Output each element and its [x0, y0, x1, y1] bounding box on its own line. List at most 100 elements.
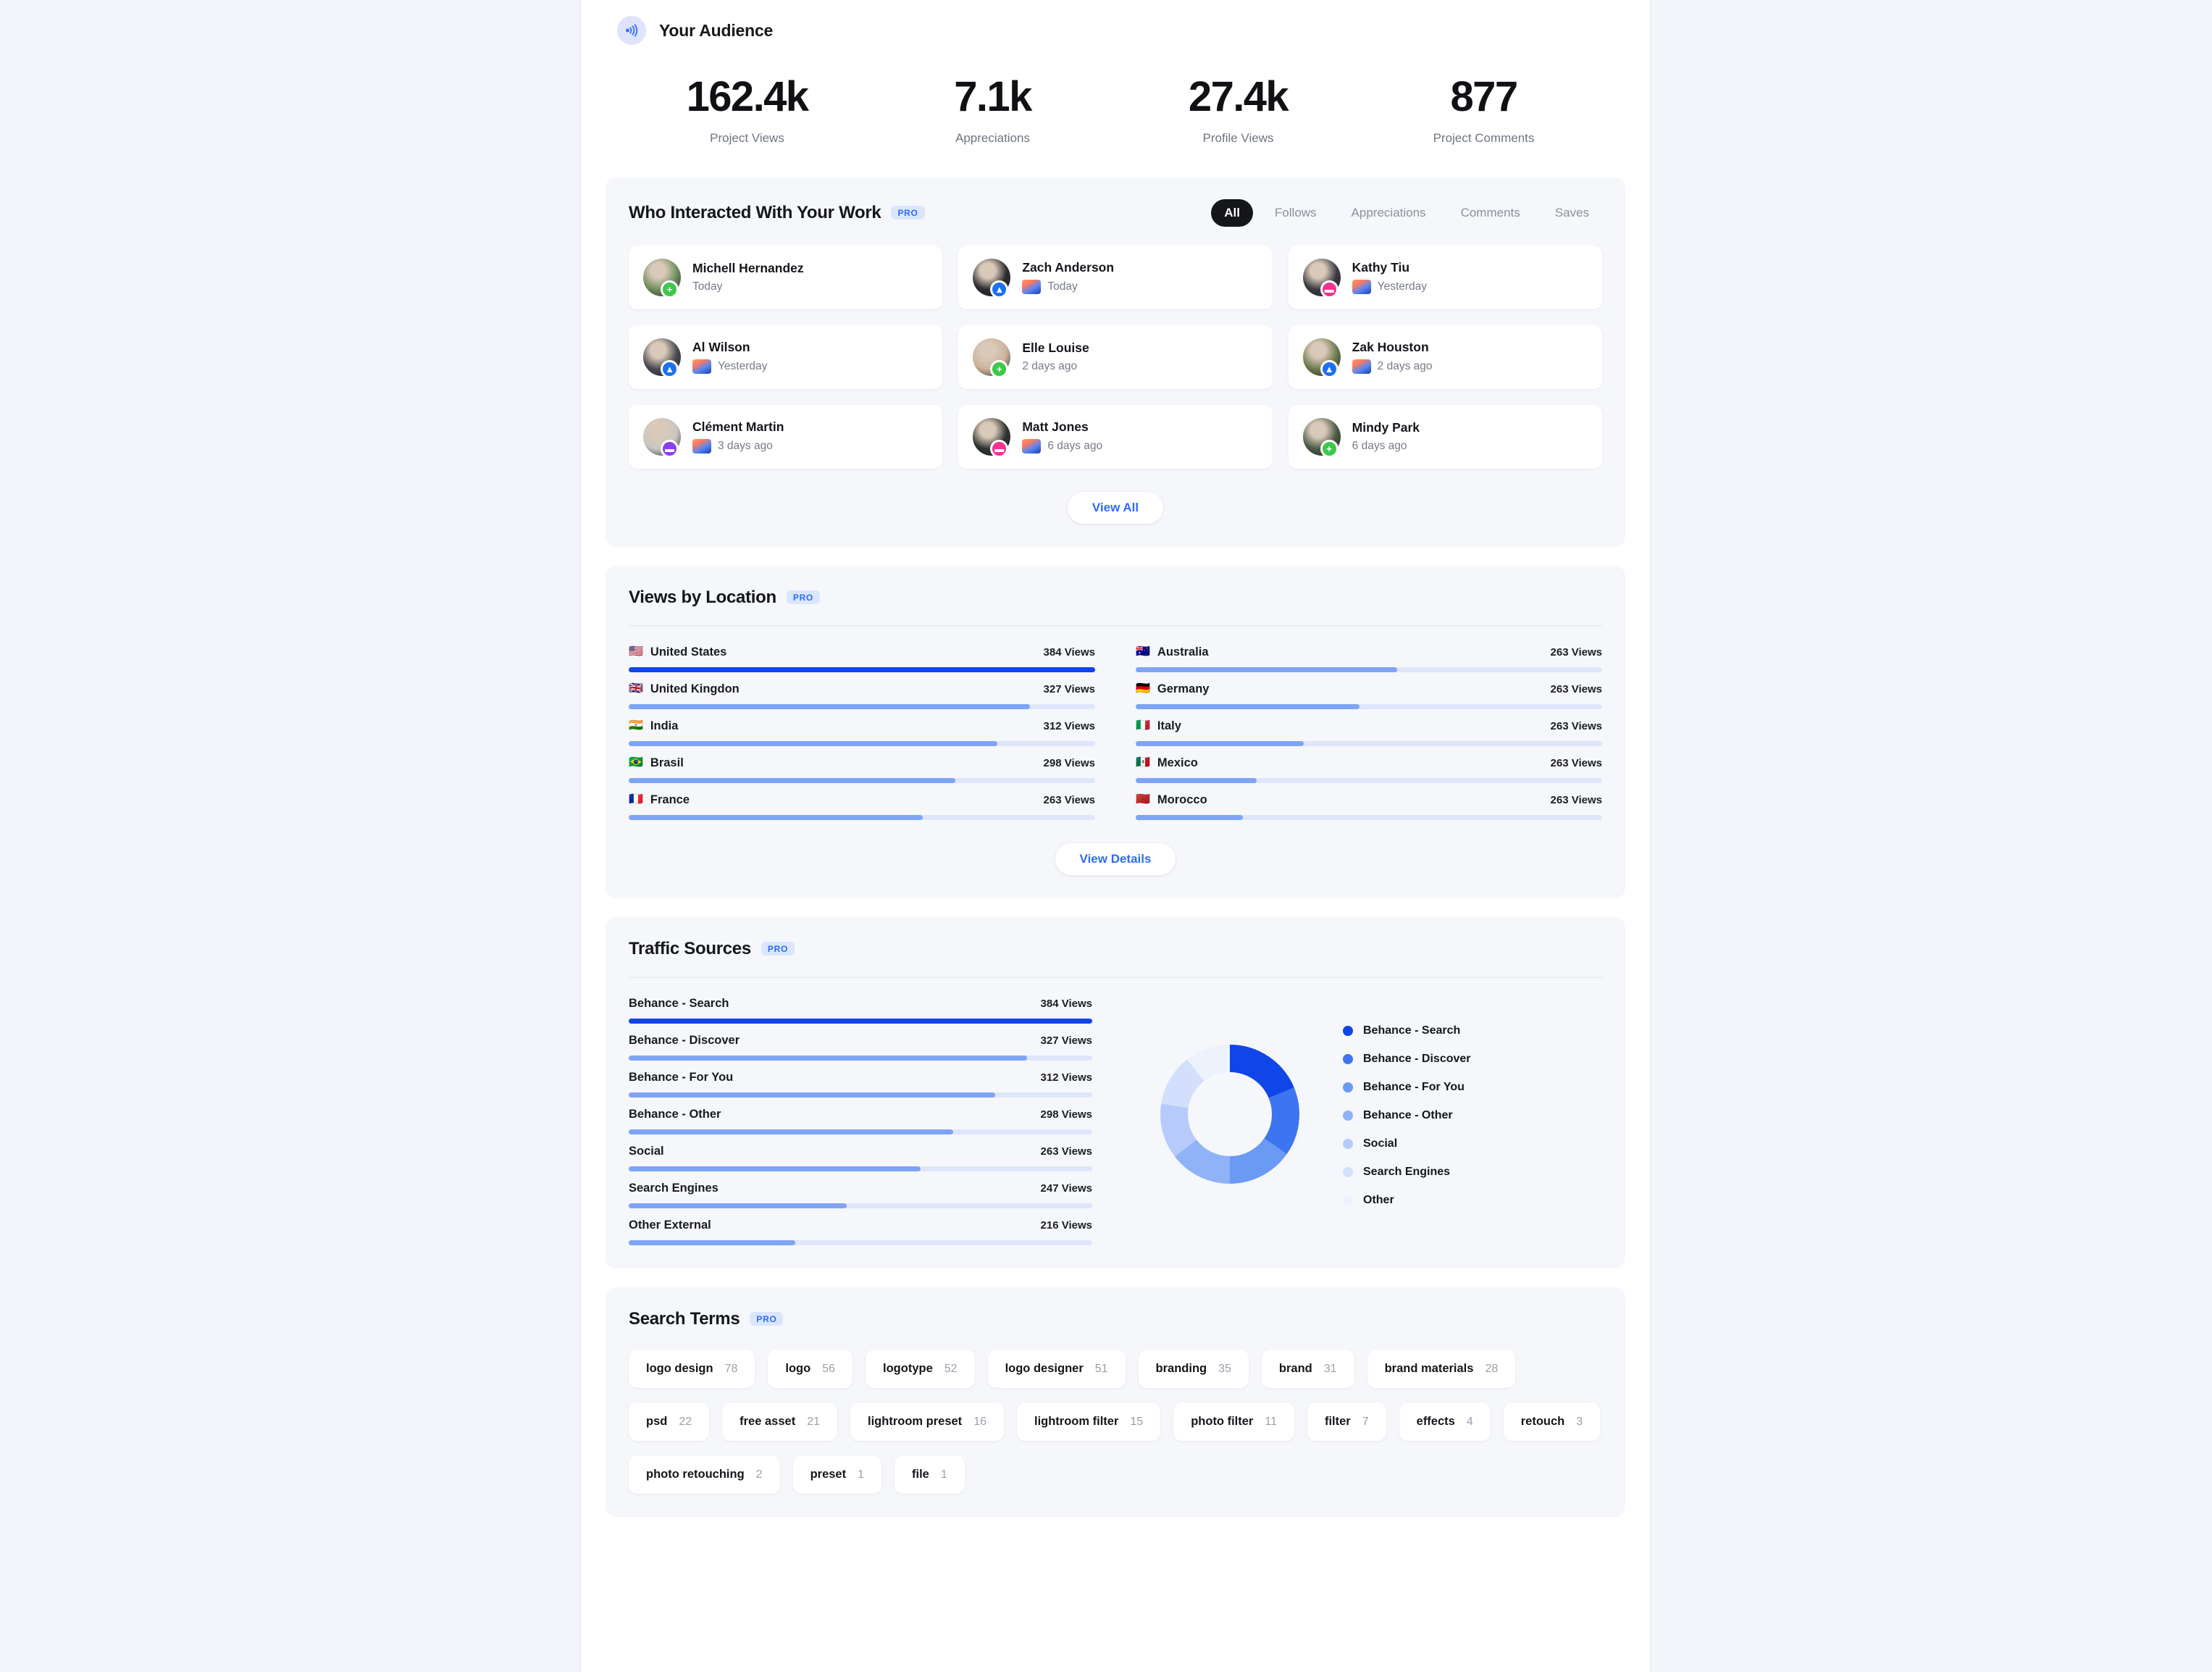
person-name: Zach Anderson	[1022, 260, 1115, 275]
follow-badge-icon: +	[990, 359, 1009, 378]
search-term-chip[interactable]: photo retouching 2	[629, 1455, 780, 1494]
interaction-card[interactable]: + Mindy Park 6 days ago	[1288, 404, 1602, 469]
location-row: 🇬🇧 United Kingdon 327 Views	[629, 672, 1095, 709]
views-value: 327 Views	[1040, 1034, 1092, 1047]
tab-comments[interactable]: Comments	[1448, 199, 1533, 227]
avatar[interactable]: +	[973, 338, 1011, 378]
term-text: logo design	[646, 1361, 713, 1375]
search-term-chip[interactable]: filter 7	[1307, 1402, 1386, 1441]
search-term-chip[interactable]: psd 22	[629, 1402, 710, 1441]
stat-label: Appreciations	[955, 130, 1030, 145]
search-term-chip[interactable]: file 1	[895, 1455, 965, 1494]
interaction-card[interactable]: + Michell Hernandez Today	[629, 245, 943, 309]
donut-svg	[1160, 1044, 1299, 1184]
location-label: 🇦🇺 Australia	[1136, 645, 1209, 659]
location-row: Social 263 Views	[629, 1134, 1092, 1171]
stat-project-comments: 877 Project Comments	[1361, 75, 1606, 146]
row-top: 🇬🇧 United Kingdon 327 Views	[629, 682, 1095, 696]
tab-follows[interactable]: Follows	[1262, 199, 1330, 227]
row-top: Social 263 Views	[629, 1145, 1092, 1158]
interaction-card[interactable]: ▬ Kathy Tiu Yesterday	[1288, 245, 1602, 309]
who-interacted-panel: Who Interacted With Your Work PRO All Fol…	[606, 177, 1625, 547]
avatar[interactable]: ▬	[643, 417, 681, 458]
location-column-left: 🇺🇸 United States 384 Views 🇬🇧 United Kingdon…	[629, 635, 1095, 820]
term-text: branding	[1155, 1361, 1207, 1375]
location-row: 🇮🇹 Italy 263 Views	[1136, 709, 1602, 746]
search-term-chip[interactable]: retouch 3	[1503, 1402, 1601, 1441]
bar-track	[629, 666, 1095, 672]
label-text: India	[650, 719, 679, 732]
legend-color-swatch	[1343, 1195, 1353, 1206]
interaction-card[interactable]: ▲ Zach Anderson Today	[958, 245, 1273, 309]
interaction-card[interactable]: ▬ Matt Jones 6 days ago	[958, 404, 1273, 469]
search-term-chip[interactable]: preset 1	[792, 1455, 881, 1494]
search-term-chip[interactable]: logo 56	[768, 1349, 853, 1388]
card-meta: 3 days ago	[692, 439, 784, 454]
row-top: 🇺🇸 United States 384 Views	[629, 645, 1095, 659]
card-text: Zak Houston 2 days ago	[1352, 340, 1433, 375]
location-label: 🇺🇸 United States	[629, 645, 726, 659]
tab-appreciations[interactable]: Appreciations	[1338, 199, 1439, 227]
bar-fill	[1136, 666, 1397, 672]
flag-icon: 🇲🇽	[1136, 756, 1150, 769]
bar-fill	[629, 1018, 1092, 1024]
location-label: Other External	[629, 1219, 711, 1232]
row-top: Search Engines 247 Views	[629, 1182, 1092, 1195]
search-term-chip[interactable]: lightroom filter 15	[1016, 1402, 1161, 1441]
term-count: 1	[940, 1468, 947, 1481]
bar-fill	[1136, 740, 1304, 746]
stat-value: 7.1k	[954, 73, 1032, 120]
term-text: logo designer	[1005, 1361, 1084, 1375]
bar-fill	[1136, 777, 1257, 783]
interaction-card[interactable]: ▲ Zak Houston 2 days ago	[1288, 325, 1602, 389]
avatar[interactable]: ▬	[973, 417, 1011, 458]
search-term-chip[interactable]: logo designer 51	[987, 1349, 1126, 1388]
search-term-chip[interactable]: free asset 21	[722, 1402, 837, 1441]
save-badge-icon: ▬	[1320, 280, 1338, 298]
card-meta: Yesterday	[1352, 280, 1427, 295]
search-term-chip[interactable]: lightroom preset 16	[850, 1402, 1004, 1441]
avatar[interactable]: ▲	[973, 258, 1011, 298]
location-row: 🇫🇷 France 263 Views	[629, 783, 1095, 820]
view-all-button[interactable]: View All	[1067, 491, 1164, 524]
people-grid: + Michell Hernandez Today ▲ Zach Anderson Tod…	[629, 245, 1602, 469]
location-row: Behance - For You 312 Views	[629, 1061, 1092, 1098]
location-label: Behance - Other	[629, 1108, 721, 1121]
person-name: Al Wilson	[692, 340, 750, 355]
search-term-chip[interactable]: branding 35	[1138, 1349, 1249, 1388]
appreciation-badge-icon: ▲	[1320, 359, 1338, 378]
interacted-tabs: All Follows Appreciations Comments Saves	[1211, 198, 1602, 227]
person-name: Zak Houston	[1352, 340, 1429, 355]
search-term-chip[interactable]: effects 4	[1399, 1402, 1491, 1441]
view-details-button[interactable]: View Details	[1055, 843, 1176, 875]
search-term-chip[interactable]: logotype 52	[866, 1349, 975, 1388]
search-term-chip[interactable]: brand 31	[1261, 1349, 1354, 1388]
pro-badge: PRO	[786, 590, 820, 605]
bar-fill	[629, 814, 923, 820]
appreciation-badge-icon: ▲	[661, 359, 679, 378]
tab-saves[interactable]: Saves	[1542, 199, 1602, 227]
search-term-chip[interactable]: brand materials 28	[1367, 1349, 1516, 1388]
search-term-chip[interactable]: photo filter 11	[1173, 1402, 1294, 1441]
location-label: 🇲🇦 Morocco	[1136, 793, 1207, 807]
location-row: Behance - Search 384 Views	[629, 987, 1092, 1024]
avatar[interactable]: ▲	[1302, 338, 1341, 378]
card-text: Elle Louise 2 days ago	[1022, 340, 1089, 373]
term-text: photo filter	[1191, 1414, 1254, 1428]
tab-all[interactable]: All	[1211, 198, 1253, 227]
avatar[interactable]: +	[643, 258, 681, 298]
avatar[interactable]: +	[1302, 417, 1341, 458]
label-text: Behance - For You	[629, 1070, 734, 1084]
interaction-card[interactable]: ▲ Al Wilson Yesterday	[629, 325, 943, 389]
location-label: 🇧🇷 Brasil	[629, 756, 684, 770]
search-term-chip[interactable]: logo design 78	[629, 1349, 755, 1388]
term-text: lightroom filter	[1034, 1414, 1119, 1428]
row-top: 🇲🇦 Morocco 263 Views	[1136, 793, 1602, 807]
avatar[interactable]: ▬	[1302, 258, 1341, 298]
pro-badge: PRO	[750, 1312, 784, 1326]
interaction-card[interactable]: + Elle Louise 2 days ago	[958, 325, 1273, 389]
avatar[interactable]: ▲	[643, 338, 681, 378]
interaction-card[interactable]: ▬ Clément Martin 3 days ago	[629, 404, 943, 469]
term-text: filter	[1324, 1414, 1351, 1428]
legend-color-swatch	[1343, 1082, 1353, 1093]
